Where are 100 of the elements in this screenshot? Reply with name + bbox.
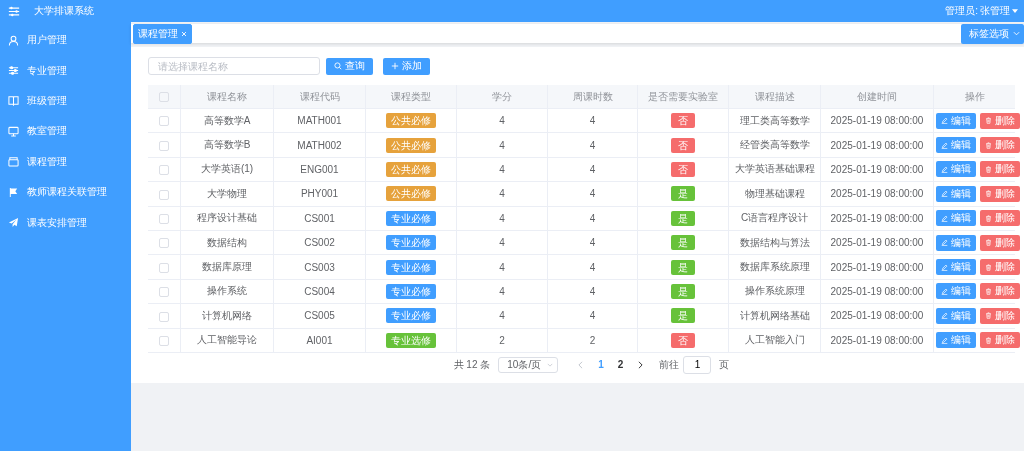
- tab[interactable]: 课程管理: [133, 23, 192, 44]
- row-checkbox[interactable]: [159, 140, 169, 151]
- row-checkbox[interactable]: [159, 189, 169, 200]
- delete-button[interactable]: 删除: [980, 283, 1020, 300]
- query-button[interactable]: 查询: [326, 57, 373, 75]
- table-cell: 高等数学A: [180, 108, 274, 133]
- table-cell: 数据库原理: [180, 254, 274, 280]
- trash-icon: [985, 287, 992, 295]
- course-type-tag: 公共必修: [386, 161, 436, 177]
- course-type-tag: 专业必修: [386, 308, 436, 324]
- table-cell: CS004: [273, 279, 366, 304]
- row-checkbox[interactable]: [159, 238, 169, 249]
- edit-button[interactable]: 编辑: [936, 283, 976, 300]
- table-cell: ENG001: [273, 157, 366, 182]
- table-cell: CS005: [273, 303, 366, 328]
- sidebar-label: 教室管理: [27, 124, 67, 139]
- table-cell: 物理基础课程: [728, 181, 821, 207]
- sidebar-item[interactable]: 班级管理: [0, 85, 131, 117]
- delete-button[interactable]: 删除: [980, 137, 1020, 154]
- edit-button[interactable]: 编辑: [936, 210, 976, 227]
- edit-button[interactable]: 编辑: [936, 185, 976, 202]
- sidebar-label: 用户管理: [27, 33, 67, 48]
- page-number[interactable]: 2: [614, 359, 627, 371]
- pencil-icon: [941, 239, 948, 247]
- delete-button[interactable]: 删除: [980, 332, 1020, 349]
- delete-button[interactable]: 删除: [980, 185, 1020, 202]
- edit-button[interactable]: 编辑: [936, 332, 976, 349]
- table-cell: 4: [456, 279, 548, 304]
- trash-icon: [985, 190, 992, 198]
- row-checkbox[interactable]: [159, 262, 169, 273]
- column-header: 是否需要实验室: [637, 85, 729, 109]
- delete-button[interactable]: 删除: [980, 259, 1020, 276]
- lab-tag: 是: [671, 259, 695, 275]
- chevron-down-icon: [547, 362, 554, 367]
- sidebar-item[interactable]: 课表安排管理: [0, 207, 131, 238]
- sidebar-item[interactable]: 用户管理: [0, 25, 131, 56]
- trash-icon: [985, 312, 992, 320]
- course-type-tag: 专业必修: [386, 210, 436, 226]
- table-cell: 操作系统: [180, 279, 274, 304]
- course-type-tag: 专业必修: [386, 235, 436, 251]
- row-checkbox[interactable]: [159, 287, 169, 298]
- delete-button[interactable]: 删除: [980, 161, 1020, 178]
- edit-button[interactable]: 编辑: [936, 112, 976, 129]
- table-cell: 2: [456, 328, 548, 353]
- delete-button[interactable]: 删除: [980, 210, 1020, 227]
- table-cell: 4: [456, 206, 548, 231]
- table-cell: 4: [547, 108, 638, 133]
- sidebar-item[interactable]: 专业管理: [0, 55, 131, 86]
- next-page-icon[interactable]: [638, 360, 644, 369]
- sidebar-item[interactable]: 课程管理: [0, 146, 131, 177]
- column-header: 学分: [456, 85, 548, 109]
- page-number[interactable]: 1: [595, 359, 607, 371]
- row-checkbox[interactable]: [159, 116, 169, 127]
- pencil-icon: [941, 141, 948, 149]
- user-menu[interactable]: 张管理: [978, 4, 1018, 18]
- pencil-icon: [941, 117, 948, 125]
- table-cell: 4: [456, 303, 548, 328]
- delete-button[interactable]: 删除: [980, 234, 1020, 251]
- sidebar-item[interactable]: 教室管理: [0, 116, 131, 147]
- search-icon: [334, 62, 342, 70]
- table-cell: 操作系统原理: [728, 279, 821, 304]
- select-all-checkbox[interactable]: [159, 92, 169, 103]
- edit-button[interactable]: 编辑: [936, 234, 976, 251]
- search-field[interactable]: 请选择课程名称: [148, 57, 320, 75]
- row-checkbox[interactable]: [159, 165, 169, 176]
- edit-button[interactable]: 编辑: [936, 259, 976, 276]
- table-cell: 数据结构与算法: [728, 230, 821, 255]
- page-size-select[interactable]: 10条/页: [498, 356, 559, 373]
- course-type-tag: 公共必修: [386, 137, 436, 153]
- table-cell: CS002: [273, 230, 366, 255]
- edit-button[interactable]: 编辑: [936, 137, 976, 154]
- lab-tag: 是: [671, 283, 695, 299]
- pencil-icon: [941, 214, 948, 222]
- add-button[interactable]: 添加: [383, 57, 430, 75]
- menu-icon[interactable]: [8, 5, 20, 17]
- tab-options-button[interactable]: 标签选项: [961, 23, 1024, 44]
- close-icon[interactable]: [181, 30, 187, 37]
- table-cell: 计算机网络基础: [728, 303, 821, 328]
- table-cell: CS003: [273, 254, 366, 280]
- table-cell: 计算机网络: [180, 303, 274, 328]
- delete-button[interactable]: 删除: [980, 112, 1020, 129]
- table-cell: 4: [547, 206, 638, 231]
- goto-label: 前往: [659, 357, 680, 372]
- row-checkbox[interactable]: [159, 213, 169, 224]
- previous-page-icon[interactable]: [578, 360, 584, 369]
- table-cell: 数据库系统原理: [728, 254, 821, 280]
- pencil-icon: [941, 312, 948, 320]
- table-cell: MATH002: [273, 132, 366, 158]
- delete-button[interactable]: 删除: [980, 307, 1020, 324]
- user-icon: [8, 34, 19, 46]
- column-header: 课程描述: [728, 85, 821, 109]
- paper-plane-icon: [8, 217, 19, 229]
- pencil-icon: [941, 287, 948, 295]
- edit-button[interactable]: 编辑: [936, 161, 976, 178]
- row-checkbox[interactable]: [159, 335, 169, 346]
- row-checkbox[interactable]: [159, 311, 169, 322]
- column-header: 周课时数: [547, 85, 638, 109]
- page-input[interactable]: 1: [683, 355, 712, 374]
- sidebar-item[interactable]: 教师课程关联管理: [0, 176, 131, 208]
- edit-button[interactable]: 编辑: [936, 307, 976, 324]
